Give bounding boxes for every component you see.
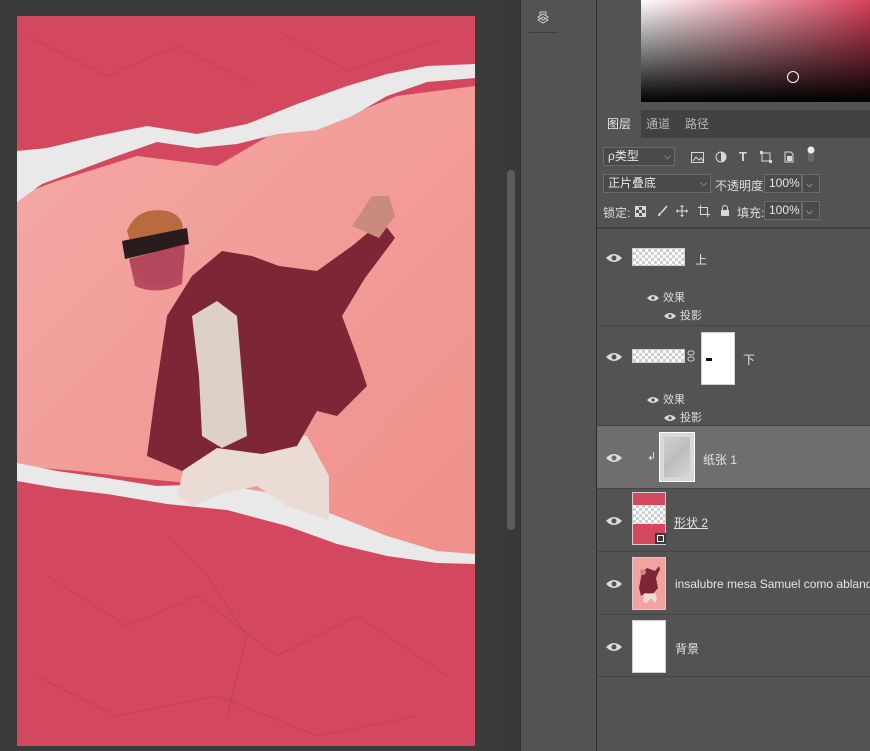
canvas-scroll-thumb[interactable]: [507, 170, 515, 530]
lock-label: 锁定:: [603, 206, 631, 220]
type-filter-icon[interactable]: T: [735, 148, 751, 164]
chevron-down-icon: ⌵: [806, 179, 813, 189]
visibility-eye-icon[interactable]: [605, 252, 623, 264]
lock-pixels-brush-icon[interactable]: [654, 203, 670, 219]
lock-transparent-icon[interactable]: [632, 203, 648, 219]
tab-channels[interactable]: 通道: [636, 110, 680, 138]
lock-artboard-icon[interactable]: [696, 203, 712, 219]
tab-layers[interactable]: 图层: [597, 110, 642, 138]
libraries-icon[interactable]: [529, 4, 557, 33]
fill-value: 100%: [769, 203, 800, 217]
panel-dock-strip: [520, 0, 597, 751]
canvas-scrollbar[interactable]: [503, 0, 520, 751]
layer-name[interactable]: 纸张 1: [703, 451, 737, 468]
clipping-mask-arrow-icon: ↲: [647, 451, 657, 463]
lock-row: 锁定: 填充: 100% ⌵: [597, 200, 870, 222]
chevron-down-icon: ⌵: [664, 151, 671, 161]
layer-name[interactable]: insalubre mesa Samuel como ablandar: [675, 577, 870, 591]
visibility-eye-icon[interactable]: [605, 351, 623, 363]
lock-all-icon[interactable]: [717, 203, 733, 219]
effects-eye-icon[interactable]: [647, 294, 659, 302]
mask-link-icon[interactable]: [687, 350, 695, 362]
layer-row-background[interactable]: 背景: [597, 614, 870, 677]
adjustment-filter-icon[interactable]: [713, 149, 729, 165]
layer-thumbnail: [659, 432, 695, 482]
canvas-artwork: [17, 16, 475, 746]
effects-group[interactable]: 效果: [647, 391, 685, 407]
fill-label: 填充:: [737, 206, 765, 220]
layer-row-top-paper[interactable]: 上 效果 投影: [597, 228, 870, 325]
visibility-eye-icon[interactable]: [605, 515, 623, 527]
fill-dropdown[interactable]: ⌵: [802, 201, 820, 220]
panel-tabs: 图层 通道 路径: [597, 110, 870, 138]
fill-input[interactable]: 100%: [764, 201, 802, 220]
opacity-input[interactable]: 100%: [764, 174, 802, 193]
effect-eye-icon[interactable]: [664, 414, 676, 422]
effect-label: 投影: [680, 310, 702, 322]
blend-row: 正片叠底 ⌵ 不透明度: 100% ⌵: [597, 173, 870, 195]
effects-label: 效果: [663, 394, 685, 406]
layer-thumbnail: [632, 349, 685, 363]
filter-toggle-icon[interactable]: [803, 146, 819, 162]
effect-label: 投影: [680, 412, 702, 424]
filter-kind-label: ρ类型: [608, 149, 639, 163]
visibility-eye-icon[interactable]: [605, 578, 623, 590]
canvas-area[interactable]: [0, 0, 520, 751]
smart-object-filter-icon[interactable]: [781, 149, 797, 165]
effects-group[interactable]: 效果: [647, 289, 685, 305]
color-picker-field[interactable]: [641, 0, 870, 102]
layer-name[interactable]: 背景: [675, 640, 699, 657]
shape-filter-icon[interactable]: [758, 149, 774, 165]
lock-position-move-icon[interactable]: [674, 203, 690, 219]
color-picker-ring[interactable]: [787, 71, 799, 83]
layer-thumbnail: [632, 620, 666, 673]
layer-name[interactable]: 形状 2: [674, 514, 708, 531]
drop-shadow-effect[interactable]: 投影: [664, 409, 702, 425]
visibility-eye-icon[interactable]: [605, 452, 623, 464]
tab-paths[interactable]: 路径: [675, 110, 719, 138]
chevron-down-icon: ⌵: [806, 206, 813, 216]
layer-thumbnail: [632, 557, 666, 610]
layer-name[interactable]: 上: [695, 251, 707, 268]
layer-mask-thumbnail[interactable]: [701, 332, 735, 385]
opacity-label: 不透明度:: [715, 179, 767, 193]
chevron-down-icon: ⌵: [700, 178, 707, 188]
layer-name[interactable]: 下: [743, 351, 755, 368]
pixel-filter-icon[interactable]: [689, 149, 705, 165]
blend-mode-label: 正片叠底: [608, 176, 657, 190]
layers-panel: 图层 通道 路径 ρ类型 ⌵ T 正片叠底 ⌵ 不透明度: 100% ⌵ 锁定:…: [597, 110, 870, 751]
effects-label: 效果: [663, 292, 685, 304]
filter-row: ρ类型 ⌵ T: [597, 146, 870, 168]
opacity-dropdown[interactable]: ⌵: [802, 174, 820, 193]
effect-eye-icon[interactable]: [664, 312, 676, 320]
visibility-eye-icon[interactable]: [605, 641, 623, 653]
layer-row-shape-2[interactable]: 形状 2: [597, 488, 870, 551]
opacity-value: 100%: [769, 176, 800, 190]
layer-row-paper-1[interactable]: ↲ 纸张 1: [597, 425, 870, 488]
layer-thumbnail: [632, 248, 685, 266]
filter-kind-select[interactable]: ρ类型 ⌵: [603, 147, 675, 166]
blend-mode-select[interactable]: 正片叠底 ⌵: [603, 174, 711, 193]
drop-shadow-effect[interactable]: 投影: [664, 307, 702, 323]
effects-eye-icon[interactable]: [647, 396, 659, 404]
layer-row-photo[interactable]: insalubre mesa Samuel como ablandar: [597, 551, 870, 614]
shape-layer-badge-icon: [655, 533, 666, 544]
layer-row-bottom-paper[interactable]: 下 效果 投影: [597, 325, 870, 425]
document-canvas[interactable]: [17, 16, 475, 746]
